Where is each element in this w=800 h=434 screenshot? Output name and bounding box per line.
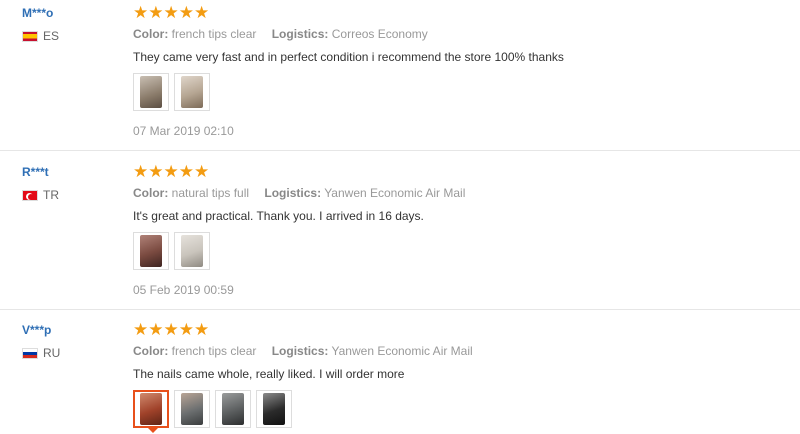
review-photo-thumbnail[interactable] <box>256 390 292 428</box>
country-code: RU <box>43 346 61 360</box>
color-label: Color: <box>133 27 169 41</box>
logistics-value: Yanwen Economic Air Mail <box>331 344 473 358</box>
reviewer-country: TR <box>22 188 59 202</box>
reviewer-name[interactable]: V***p <box>22 323 51 337</box>
review-photo-thumbnail-selected[interactable] <box>133 390 169 433</box>
review-photos <box>133 73 210 111</box>
rating-stars: ★★★★★ <box>133 162 210 182</box>
review-photo-thumbnail[interactable] <box>174 73 210 111</box>
color-label: Color: <box>133 344 169 358</box>
country-code: ES <box>43 29 60 43</box>
divider <box>0 150 800 151</box>
review-photo-thumbnail[interactable] <box>215 390 251 428</box>
logistics-value: Correos Economy <box>331 27 428 41</box>
review-text: It's great and practical. Thank you. I a… <box>133 209 424 223</box>
rating-stars: ★★★★★ <box>133 320 210 340</box>
review-photo-thumbnail[interactable] <box>174 390 210 428</box>
color-value: natural tips full <box>171 186 250 200</box>
logistics-label: Logistics: <box>271 344 329 358</box>
rating-stars: ★★★★★ <box>133 3 210 23</box>
reviewer-name[interactable]: M***o <box>22 6 53 20</box>
review-date: 05 Feb 2019 00:59 <box>133 283 234 297</box>
logistics-label: Logistics: <box>264 186 322 200</box>
spain-flag-icon <box>22 30 38 42</box>
divider <box>0 309 800 310</box>
review-photo-thumbnail[interactable] <box>133 232 169 270</box>
turkey-flag-icon <box>22 189 38 201</box>
review-date: 07 Mar 2019 02:10 <box>133 124 234 138</box>
review-photos <box>133 232 210 270</box>
review-text: They came very fast and in perfect condi… <box>133 50 564 64</box>
russia-flag-icon <box>22 347 38 359</box>
review-meta: Color: natural tips full Logistics: Yanw… <box>133 186 465 200</box>
review-photo-thumbnail[interactable] <box>133 73 169 111</box>
review-meta: Color: french tips clear Logistics: Yanw… <box>133 344 473 358</box>
country-code: TR <box>43 188 59 202</box>
review-photo-thumbnail[interactable] <box>174 232 210 270</box>
logistics-label: Logistics: <box>271 27 329 41</box>
reviewer-name[interactable]: R***t <box>22 165 49 179</box>
color-label: Color: <box>133 186 169 200</box>
color-value: french tips clear <box>171 27 257 41</box>
color-value: french tips clear <box>171 344 257 358</box>
reviewer-country: RU <box>22 346 60 360</box>
review-meta: Color: french tips clear Logistics: Corr… <box>133 27 428 41</box>
reviewer-country: ES <box>22 29 59 43</box>
review-photos <box>133 390 292 433</box>
review-text: The nails came whole, really liked. I wi… <box>133 367 405 381</box>
logistics-value: Yanwen Economic Air Mail <box>324 186 466 200</box>
